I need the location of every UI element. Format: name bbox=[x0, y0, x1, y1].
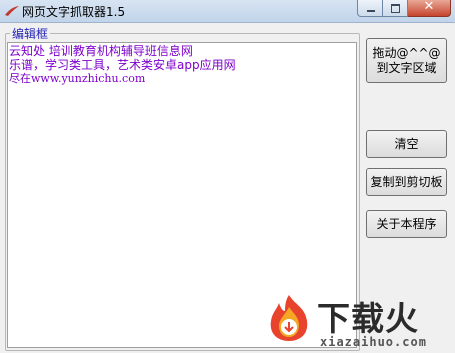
watermark-url: xiazaihuo.com bbox=[320, 335, 427, 349]
copy-to-clipboard-button[interactable]: 复制到剪切板 bbox=[366, 168, 447, 196]
maximize-icon bbox=[391, 4, 400, 13]
title-bar[interactable]: 网页文字抓取器1.5 ✕ bbox=[0, 0, 455, 23]
close-button[interactable]: ✕ bbox=[408, 0, 451, 17]
text-line: 乐谱，学习类工具，艺术类安卓app应用网 bbox=[9, 58, 236, 72]
editor-group-label: 编辑框 bbox=[10, 25, 51, 42]
text-line: 尽在www.yunzhichu.com bbox=[9, 72, 146, 85]
window-title: 网页文字抓取器1.5 bbox=[22, 5, 126, 19]
close-icon: ✕ bbox=[423, 0, 435, 14]
minimize-button[interactable] bbox=[357, 0, 383, 17]
flame-logo-icon bbox=[270, 295, 308, 341]
watermark: 下载火 xiazaihuo.com bbox=[265, 290, 455, 353]
window-controls: ✕ bbox=[357, 0, 451, 18]
watermark-name: 下载火 bbox=[317, 299, 419, 338]
about-button[interactable]: 关于本程序 bbox=[366, 210, 447, 238]
minimize-icon bbox=[367, 10, 375, 12]
clear-button[interactable]: 清空 bbox=[366, 130, 447, 158]
drag-target-button[interactable]: 拖动@^^@到文字区域 bbox=[366, 38, 447, 83]
maximize-button[interactable] bbox=[383, 0, 408, 17]
text-line: 云知处 培训教育机构辅导班信息网 bbox=[9, 44, 193, 58]
app-icon bbox=[5, 6, 19, 16]
